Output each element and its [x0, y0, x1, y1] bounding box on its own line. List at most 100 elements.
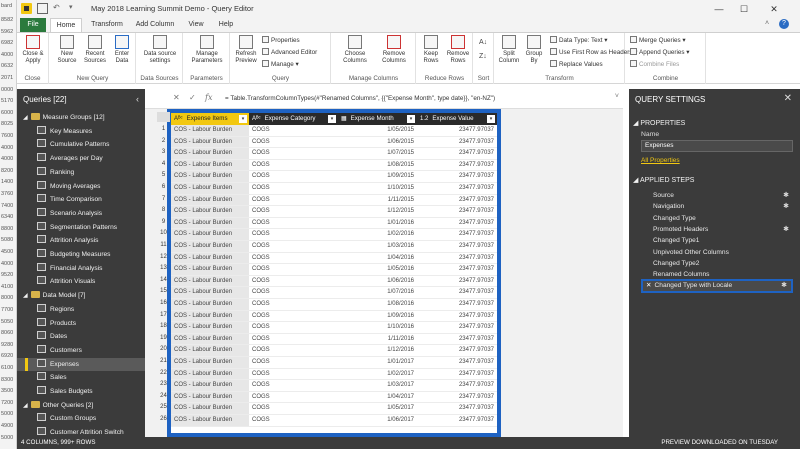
table-cell[interactable]: COS - Labour Burden	[171, 299, 249, 311]
table-cell[interactable]: 23477.97037	[417, 195, 497, 207]
table-cell[interactable]: 1/12/2015	[338, 206, 417, 218]
table-cell[interactable]: COS - Labour Burden	[171, 322, 249, 334]
table-cell[interactable]: 23477.97037	[417, 206, 497, 218]
applied-step[interactable]: Promoted Headers ✱	[641, 224, 793, 235]
table-cell[interactable]: 23477.97037	[417, 253, 497, 265]
table-cell[interactable]: 1/06/2016	[338, 276, 417, 288]
table-cell[interactable]: 1/05/2016	[338, 264, 417, 276]
table-cell[interactable]: COS - Labour Burden	[171, 357, 249, 369]
formula-commit-icon[interactable]: ✓	[189, 93, 196, 102]
query-item[interactable]: Custom Groups	[17, 412, 145, 426]
ribbon-collapse-icon[interactable]: ˄	[765, 20, 769, 27]
table-cell[interactable]: 1/11/2015	[338, 195, 417, 207]
data-type-dropdown[interactable]: Data Type: Text ▾	[550, 36, 607, 44]
table-cell[interactable]: 23477.97037	[417, 311, 497, 323]
table-cell[interactable]: COGS	[249, 241, 338, 253]
column-header[interactable]: 1.2 Expense Value ▾	[417, 113, 497, 125]
query-item[interactable]: Scenario Analysis	[17, 207, 145, 221]
close-apply-button[interactable]: Close & Apply	[18, 35, 48, 65]
column-header[interactable]: Aᴮᶜ Expense Items ▾	[171, 113, 249, 125]
table-cell[interactable]: 23477.97037	[417, 403, 497, 415]
table-cell[interactable]: COGS	[249, 206, 338, 218]
query-item[interactable]: Sales Budgets	[17, 385, 145, 399]
close-settings-icon[interactable]: ✕	[784, 93, 792, 104]
maximize-icon[interactable]: ☐	[732, 2, 756, 16]
column-type-icon[interactable]: Aᴮᶜ	[252, 113, 261, 125]
query-item[interactable]: Key Measures	[17, 125, 145, 139]
table-cell[interactable]: 1/09/2016	[338, 311, 417, 323]
table-cell[interactable]: COS - Labour Burden	[171, 403, 249, 415]
table-cell[interactable]: COS - Labour Burden	[171, 252, 249, 265]
table-cell[interactable]: COGS	[249, 264, 338, 276]
table-cell[interactable]: COS - Labour Burden	[171, 264, 249, 276]
table-cell[interactable]: 1/01/2017	[338, 357, 417, 369]
use-first-row-headers-button[interactable]: Use First Row as Headers ▾	[550, 48, 637, 56]
query-item[interactable]: Time Comparison	[17, 193, 145, 207]
column-filter-dropdown-icon[interactable]: ▾	[328, 115, 336, 123]
table-cell[interactable]: COGS	[249, 299, 338, 311]
tab-file[interactable]: File	[20, 18, 46, 32]
expand-icon[interactable]: ◢	[23, 115, 28, 121]
table-select-all-icon[interactable]	[157, 112, 170, 122]
append-queries-button[interactable]: Append Queries ▾	[630, 48, 689, 56]
query-item[interactable]: Dates	[17, 330, 145, 344]
table-cell[interactable]: 23477.97037	[417, 357, 497, 369]
group-by-button[interactable]: Group By	[521, 35, 547, 65]
table-cell[interactable]: 23477.97037	[417, 299, 497, 311]
table-cell[interactable]: 1/03/2016	[338, 241, 417, 253]
collapse-pane-icon[interactable]: ‹	[136, 94, 139, 104]
table-cell[interactable]: COS - Labour Burden	[171, 287, 249, 299]
query-item[interactable]: Expenses	[17, 357, 145, 372]
applied-step[interactable]: ✕ Changed Type with Locale ✱	[641, 279, 793, 294]
formula-expand-icon[interactable]: ˅	[615, 93, 619, 100]
minimize-icon[interactable]: —	[707, 2, 731, 16]
table-cell[interactable]: 1/11/2016	[338, 334, 417, 346]
merge-queries-button[interactable]: Merge Queries ▾	[630, 36, 686, 44]
query-item[interactable]: Averages per Day	[17, 152, 145, 166]
step-settings-gear-icon[interactable]: ✱	[781, 281, 787, 291]
remove-rows-button[interactable]: Remove Rows	[444, 35, 472, 65]
column-header[interactable]: ▦ Expense Month ▾	[338, 113, 417, 125]
table-cell[interactable]: 1/08/2016	[338, 299, 417, 311]
delete-step-icon[interactable]: ✕	[646, 281, 652, 291]
table-cell[interactable]: COS - Labour Burden	[171, 229, 249, 241]
sort-descending-icon[interactable]: Z↓	[479, 53, 487, 60]
table-cell[interactable]: COS - Labour Burden	[171, 206, 249, 218]
table-cell[interactable]: 23477.97037	[417, 218, 497, 230]
new-source-button[interactable]: New Source	[52, 35, 82, 65]
table-cell[interactable]: 1/07/2015	[338, 148, 417, 160]
table-cell[interactable]: COGS	[249, 380, 338, 392]
applied-step[interactable]: Changed Type2	[641, 258, 793, 269]
help-icon[interactable]: ?	[779, 19, 789, 29]
table-cell[interactable]: 23477.97037	[417, 125, 497, 137]
query-item[interactable]: Cumulative Patterns	[17, 138, 145, 152]
query-item[interactable]: Ranking	[17, 166, 145, 180]
properties-section-title[interactable]: ◢ PROPERTIES	[633, 119, 685, 127]
step-settings-gear-icon[interactable]: ✱	[783, 190, 789, 201]
table-cell[interactable]: COGS	[249, 392, 338, 404]
step-settings-gear-icon[interactable]: ✱	[783, 201, 789, 212]
table-cell[interactable]: 23477.97037	[417, 287, 497, 299]
applied-step[interactable]: Navigation ✱	[641, 201, 793, 212]
table-cell[interactable]: COS - Labour Burden	[171, 333, 249, 346]
column-filter-dropdown-icon[interactable]: ▾	[487, 115, 495, 123]
table-cell[interactable]: 23477.97037	[417, 148, 497, 160]
table-cell[interactable]: 23477.97037	[417, 392, 497, 404]
table-cell[interactable]: COGS	[249, 160, 338, 172]
table-cell[interactable]: 1/12/2016	[338, 345, 417, 357]
table-cell[interactable]: COS - Labour Burden	[171, 148, 249, 160]
table-cell[interactable]: 1/06/2015	[338, 137, 417, 149]
table-cell[interactable]: COS - Labour Burden	[171, 345, 249, 357]
table-cell[interactable]: COGS	[249, 334, 338, 346]
table-cell[interactable]: COGS	[249, 148, 338, 160]
table-cell[interactable]: 23477.97037	[417, 171, 497, 183]
data-source-settings-button[interactable]: Data source settings	[139, 35, 181, 65]
table-cell[interactable]: COS - Labour Burden	[171, 217, 249, 230]
query-group[interactable]: ◢ Data Model [7]	[17, 289, 145, 303]
applied-steps-section-title[interactable]: ◢ APPLIED STEPS	[633, 176, 694, 184]
manage-parameters-button[interactable]: Manage Parameters	[186, 35, 228, 65]
table-cell[interactable]: 1/07/2016	[338, 287, 417, 299]
table-cell[interactable]: COS - Labour Burden	[171, 183, 249, 195]
table-cell[interactable]: 23477.97037	[417, 183, 497, 195]
query-item[interactable]: Segmentation Patterns	[17, 221, 145, 235]
